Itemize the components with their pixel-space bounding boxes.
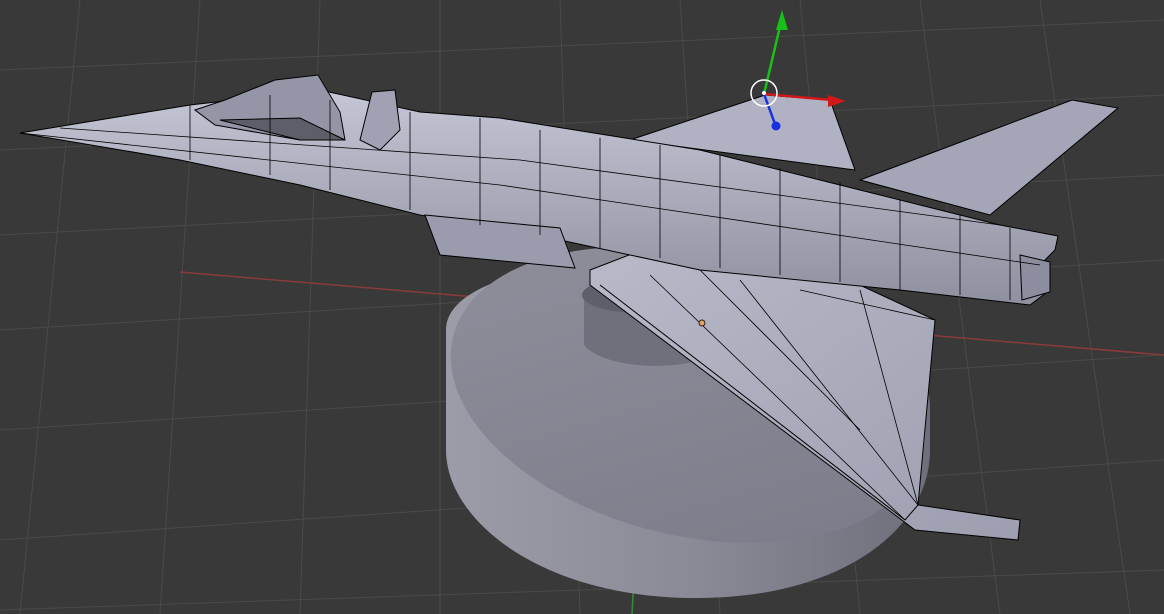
3d-viewport[interactable] [0, 0, 1164, 614]
object-origin-marker [698, 319, 706, 327]
gizmo-center-icon[interactable] [762, 91, 766, 95]
gizmo-z-handle-icon[interactable] [771, 121, 781, 131]
gizmo-y-arrow-icon[interactable] [776, 10, 788, 30]
gizmo-x-arrow-icon[interactable] [828, 95, 846, 107]
